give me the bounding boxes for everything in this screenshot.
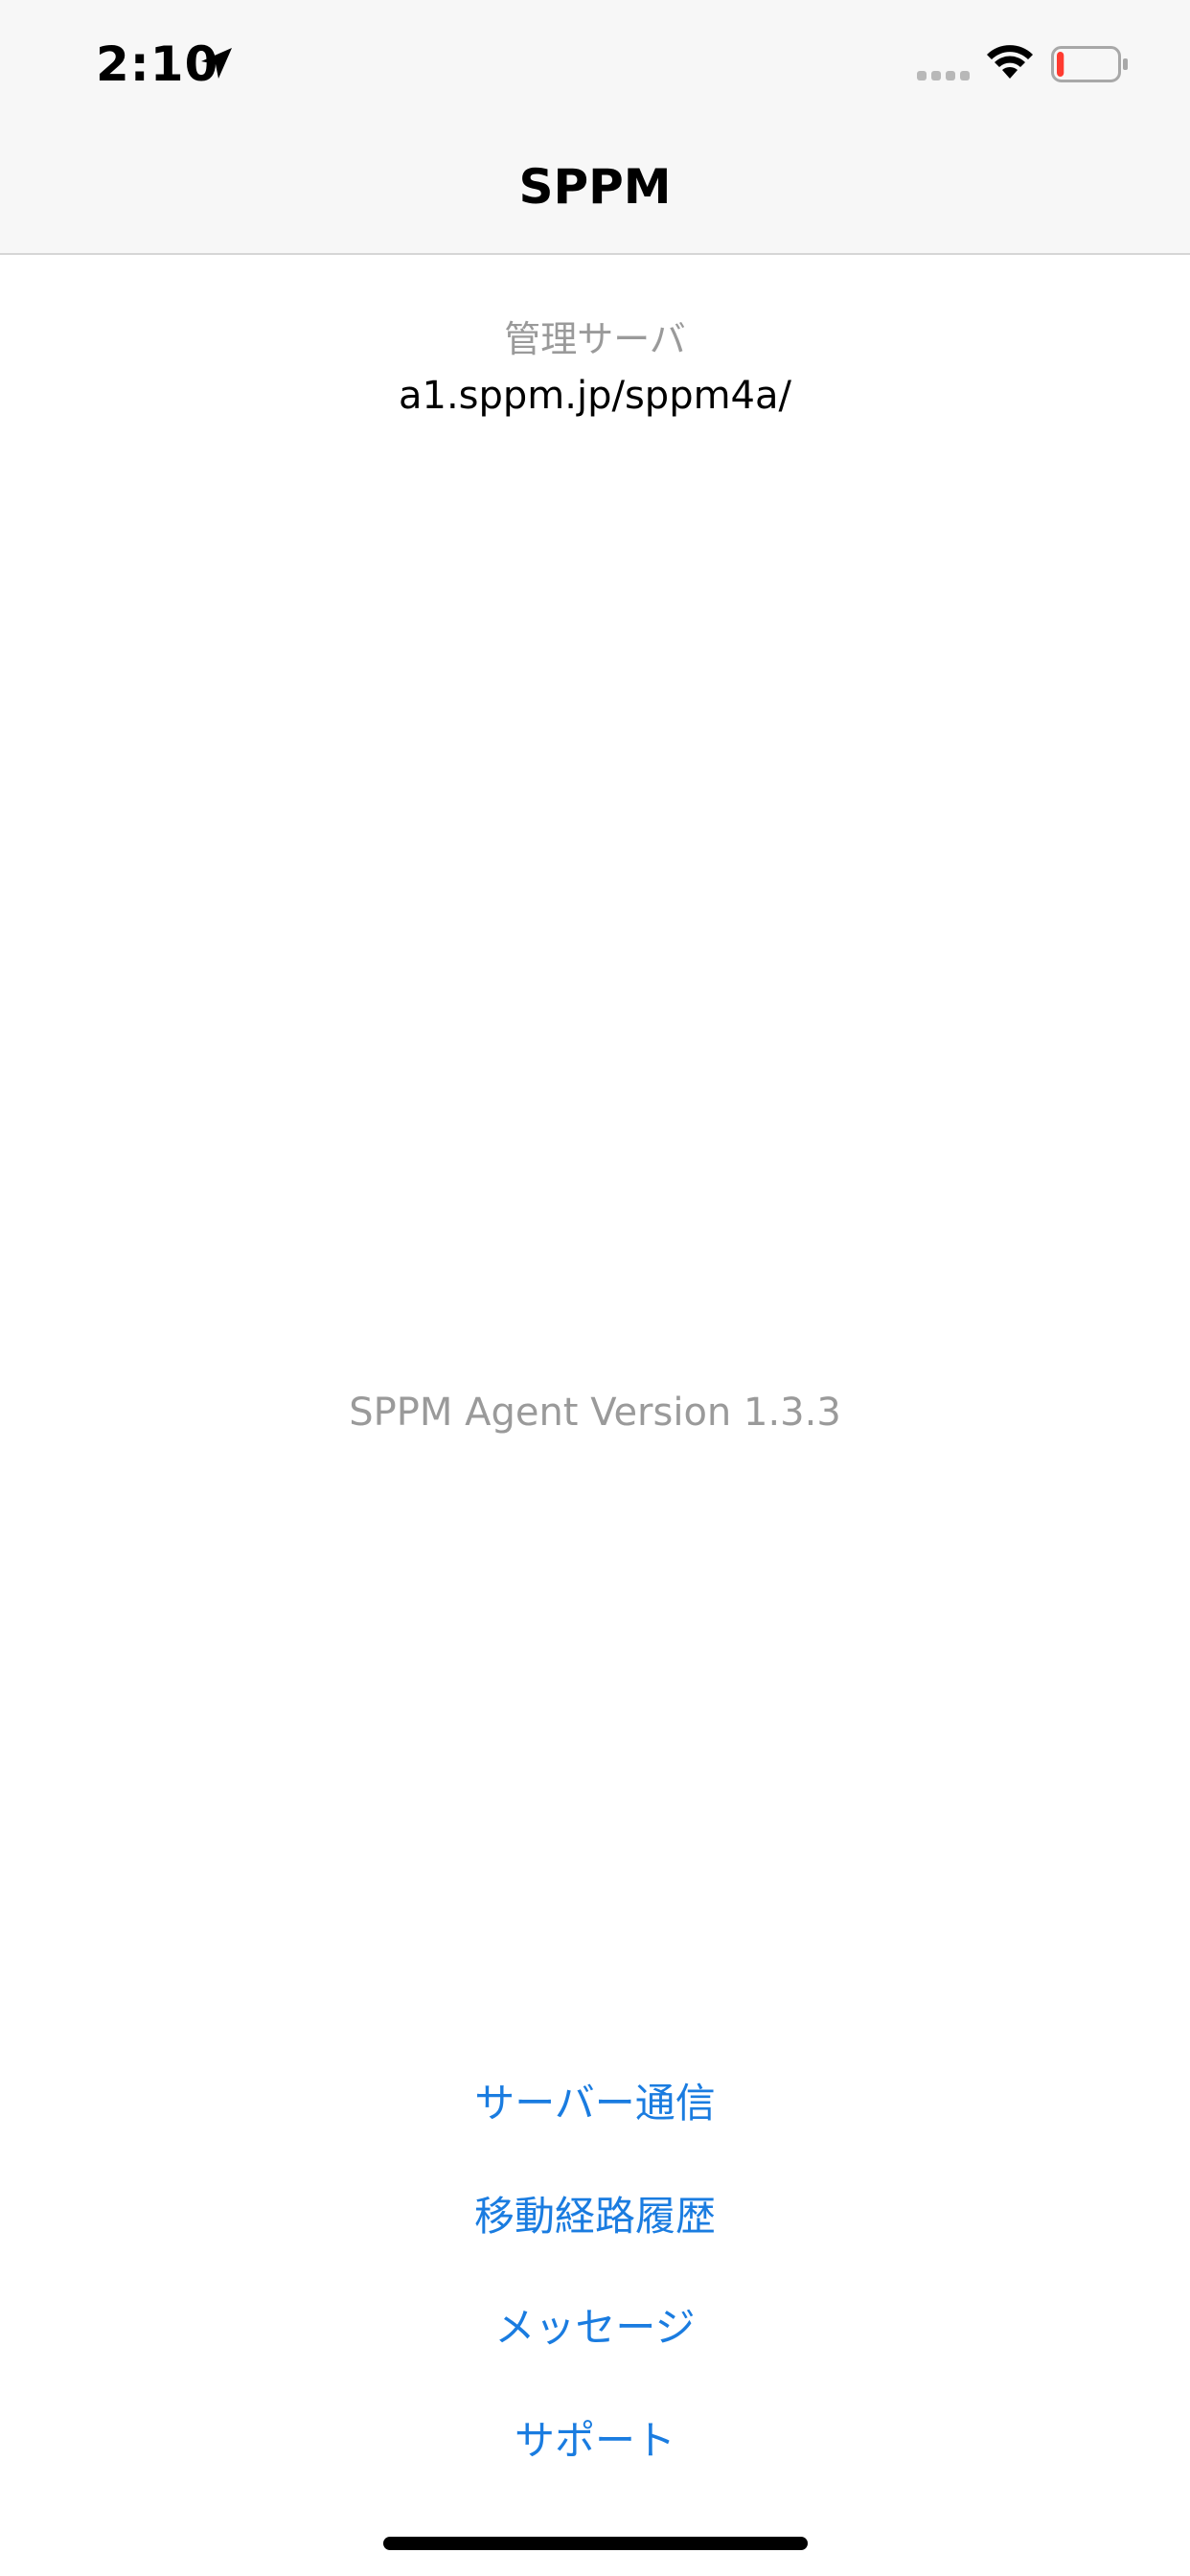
movement-history-link[interactable]: 移動経路履歴 [0, 2184, 1190, 2242]
server-communication-link[interactable]: サーバー通信 [0, 2071, 1190, 2129]
server-url: a1.sppm.jp/sppm4a/ [399, 374, 791, 418]
battery-low-icon [1051, 46, 1128, 82]
home-indicator[interactable] [383, 2537, 808, 2550]
cellular-signal-icon [917, 71, 970, 80]
nav-title: SPPM [518, 159, 672, 215]
location-arrow-icon [201, 48, 232, 79]
messages-link[interactable]: メッセージ [0, 2295, 1190, 2354]
version-text: SPPM Agent Version 1.3.3 [349, 1391, 841, 1435]
server-label: 管理サーバ [504, 318, 686, 360]
app-screen: 2:10 SPPM 管理サーバ a1.sppm.jp/sppm4a/ SPPM … [0, 0, 1190, 2576]
top-bar: 2:10 SPPM [0, 0, 1190, 255]
support-link[interactable]: サポート [0, 2408, 1190, 2467]
wifi-icon [987, 45, 1033, 79]
